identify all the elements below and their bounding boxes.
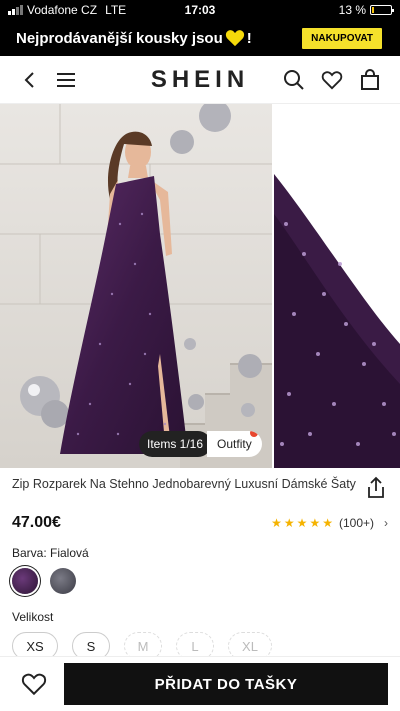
menu-icon[interactable] bbox=[48, 62, 84, 98]
battery-icon bbox=[370, 5, 394, 15]
battery-percent: 13 % bbox=[338, 3, 366, 17]
status-bar: Vodafone CZ LTE 17:03 13 % bbox=[0, 0, 400, 20]
signal-icon bbox=[8, 5, 23, 15]
product-image-detail[interactable] bbox=[274, 104, 400, 468]
bag-icon[interactable] bbox=[352, 62, 388, 98]
share-icon[interactable] bbox=[364, 476, 388, 500]
app-header: SHEIN bbox=[0, 56, 400, 104]
color-swatch-purple[interactable] bbox=[12, 568, 38, 594]
search-icon[interactable] bbox=[276, 62, 312, 98]
add-to-bag-button[interactable]: PŘIDAT DO TAŠKY bbox=[64, 663, 388, 705]
star-icon: ★ bbox=[296, 516, 308, 530]
size-label: Velikost bbox=[12, 610, 54, 624]
promo-suffix: ! bbox=[246, 29, 252, 47]
star-icon: ★ bbox=[271, 516, 282, 530]
promo-text: Nejprodávanější kousky jsou bbox=[16, 29, 223, 47]
wishlist-button[interactable] bbox=[12, 662, 56, 706]
star-icon: ★ bbox=[309, 516, 321, 530]
product-image-main[interactable] bbox=[0, 104, 272, 468]
image-count: Items 1/16 bbox=[139, 431, 212, 457]
network: LTE bbox=[105, 3, 127, 17]
chevron-right-icon: › bbox=[384, 516, 388, 530]
back-icon[interactable] bbox=[12, 62, 48, 98]
product-title: Zip Rozparek Na Stehno Jednobarevný Luxu… bbox=[12, 477, 356, 491]
rating[interactable]: ★ ★ ★ ★ ★ (100+) › bbox=[271, 516, 388, 530]
color-label: Barva: Fialová bbox=[12, 546, 89, 560]
shop-now-button[interactable]: NAKUPOVAT bbox=[302, 27, 382, 49]
heart-outline-icon bbox=[21, 673, 47, 696]
color-swatch-grey[interactable] bbox=[50, 568, 76, 594]
carrier: Vodafone CZ bbox=[27, 3, 98, 17]
gallery-counter[interactable]: Items 1/16 Outfity bbox=[139, 431, 262, 457]
rating-count: (100+) bbox=[338, 516, 374, 530]
star-icon: ★ bbox=[283, 516, 295, 530]
size-options: XS S M L XL bbox=[0, 624, 400, 660]
notification-dot bbox=[249, 431, 258, 437]
product-price: 47.00€ bbox=[12, 514, 61, 531]
product-gallery[interactable]: Items 1/16 Outfity bbox=[0, 104, 400, 468]
heart-icon bbox=[225, 30, 244, 47]
wishlist-icon[interactable] bbox=[314, 62, 350, 98]
star-half-icon: ★ bbox=[322, 516, 333, 530]
promo-banner[interactable]: Nejprodávanější kousky jsou ! NAKUPOVAT bbox=[0, 20, 400, 56]
bottom-action-bar: PŘIDAT DO TAŠKY bbox=[0, 656, 400, 711]
color-swatches bbox=[0, 560, 400, 594]
